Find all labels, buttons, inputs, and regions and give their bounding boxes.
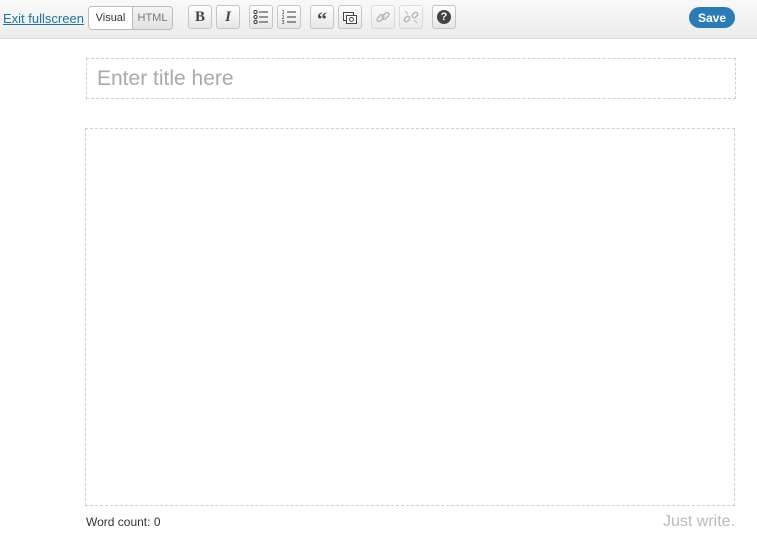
tagline: Just write.	[662, 513, 735, 530]
save-button[interactable]: Save	[689, 7, 735, 28]
html-tab[interactable]: HTML	[133, 7, 172, 29]
title-input[interactable]	[86, 58, 736, 99]
bold-icon: B	[194, 8, 205, 25]
italic-icon: I	[225, 8, 231, 25]
bullet-list-button[interactable]	[249, 5, 273, 29]
unlink-button[interactable]	[399, 5, 423, 29]
word-count-label: Word count:	[86, 515, 151, 529]
visual-tab[interactable]: Visual	[89, 7, 133, 29]
editor-mode-switch: Visual HTML	[88, 6, 173, 30]
content-editor[interactable]	[85, 128, 735, 506]
help-button[interactable]: ?	[432, 5, 456, 29]
svg-text:3: 3	[282, 20, 285, 25]
unlink-icon	[403, 10, 419, 24]
media-icon	[343, 12, 357, 24]
numbered-list-icon: 1 2 3	[282, 10, 296, 25]
quote-icon: “	[317, 9, 327, 31]
blockquote-button[interactable]: “	[310, 5, 334, 31]
word-count: Word count: 0	[86, 515, 161, 529]
word-count-value: 0	[153, 515, 161, 529]
bold-button[interactable]: B	[188, 5, 212, 29]
insert-media-button[interactable]	[338, 5, 362, 29]
insert-link-button[interactable]	[371, 5, 395, 29]
help-icon: ?	[437, 10, 451, 24]
exit-fullscreen-link[interactable]: Exit fullscreen	[3, 11, 84, 26]
bullet-list-icon	[253, 9, 268, 25]
italic-button[interactable]: I	[216, 5, 240, 29]
fullscreen-toolbar: Exit fullscreen Visual HTML B I 1 2 3 “	[0, 0, 757, 39]
link-icon	[376, 11, 390, 23]
numbered-list-button[interactable]: 1 2 3	[277, 5, 301, 29]
